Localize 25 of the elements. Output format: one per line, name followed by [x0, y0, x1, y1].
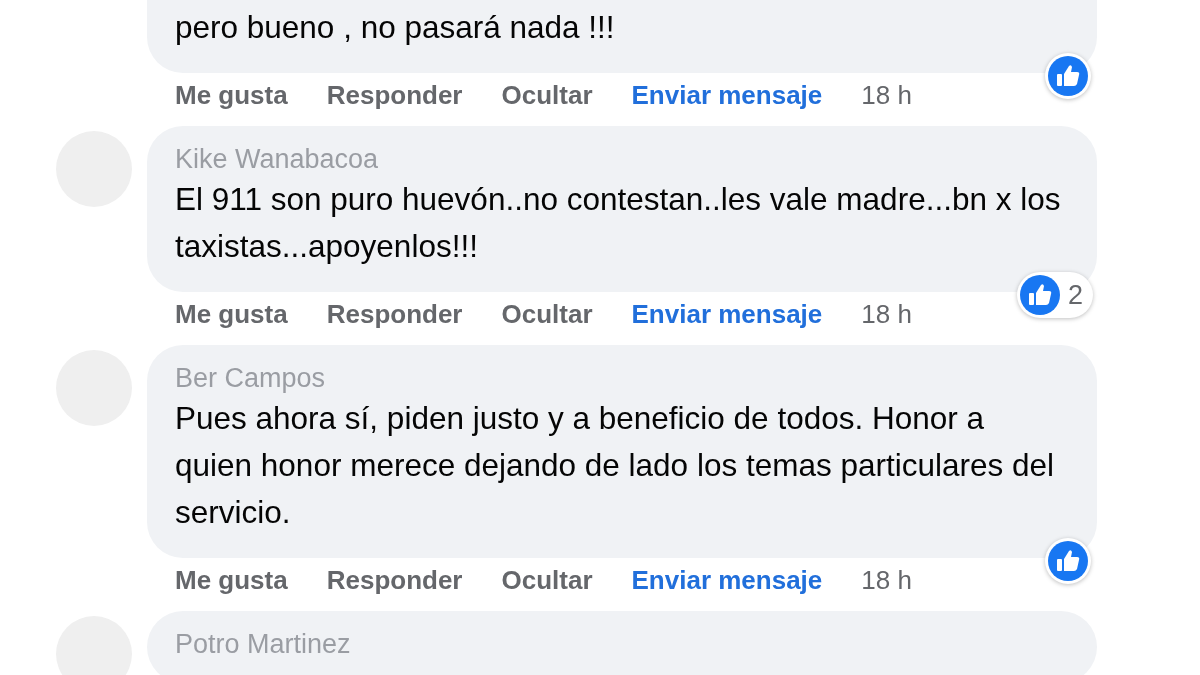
action-link[interactable]: Responder	[326, 79, 463, 111]
comment-text: Pues ahora sí, piden justo y a beneficio de todos. Honor a quien honor merece dejando de lado los temas particulares del servicio.	[175, 399, 1056, 532]
reaction-badge[interactable]	[1045, 53, 1091, 99]
action-link[interactable]: Me gusta	[175, 79, 288, 111]
action-link[interactable]: Ocultar	[501, 564, 593, 596]
reaction-badge[interactable]: 2	[1016, 272, 1093, 318]
timestamp[interactable]: 18 h	[861, 564, 912, 596]
send-message-link[interactable]: Enviar mensaje	[631, 298, 823, 330]
comment-text: pero bueno , no pasará nada !!!	[175, 8, 616, 47]
timestamp[interactable]: 18 h	[861, 298, 912, 330]
thumbs-up-icon	[1048, 541, 1088, 581]
action-link[interactable]: Responder	[326, 564, 463, 596]
send-message-link[interactable]: Enviar mensaje	[631, 79, 823, 111]
action-link[interactable]: Me gusta	[175, 564, 288, 596]
thumbs-up-icon	[1048, 56, 1088, 96]
timestamp[interactable]: 18 h	[861, 79, 912, 111]
reaction-count: 2	[1067, 279, 1083, 311]
comment-text: El 911 son puro huevón..no contestan..les vale madre...bn x los taxistas...apoyenlos!!!	[175, 180, 1062, 266]
action-link[interactable]: Ocultar	[501, 79, 593, 111]
action-link[interactable]: Responder	[326, 298, 463, 330]
reaction-badge[interactable]	[1045, 538, 1091, 584]
thumbs-up-icon	[1019, 275, 1060, 315]
action-link[interactable]: Me gusta	[175, 298, 288, 330]
action-link[interactable]: Ocultar	[501, 298, 593, 330]
send-message-link[interactable]: Enviar mensaje	[631, 564, 823, 596]
